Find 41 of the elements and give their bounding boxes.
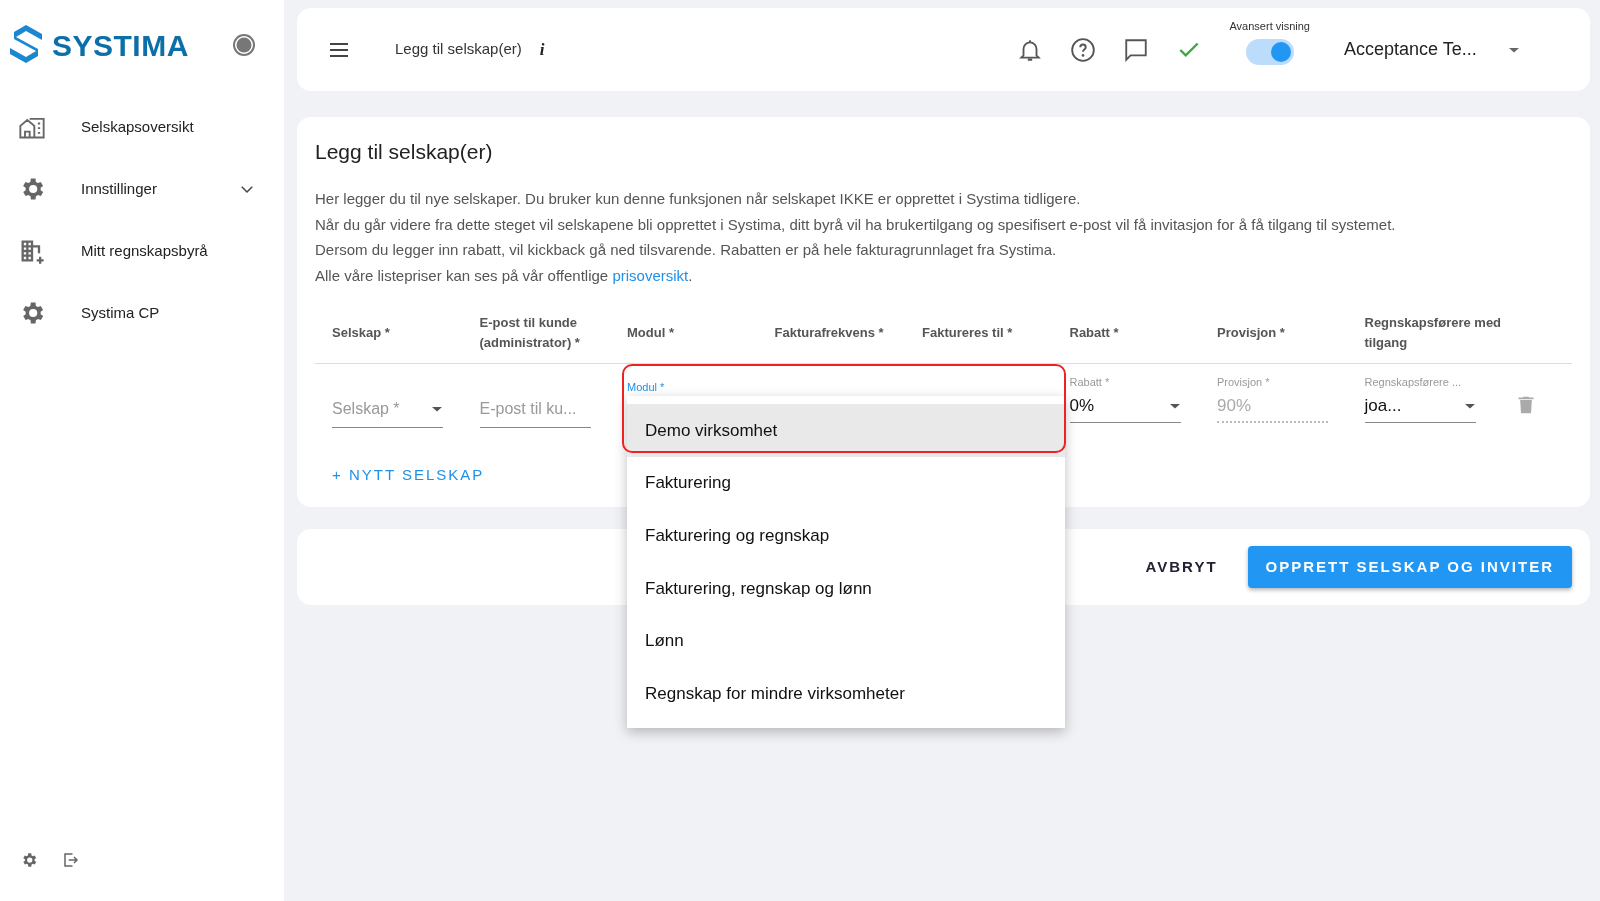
- toggle-label: Avansert visning: [1229, 19, 1310, 35]
- chat-icon[interactable]: [1123, 36, 1150, 63]
- menu-option[interactable]: Regnskap for mindre virksomheter: [627, 667, 1065, 720]
- column-header: Faktureres til *: [922, 323, 1014, 342]
- toggle-switch[interactable]: [1245, 38, 1294, 65]
- field-label: Modul *: [627, 381, 665, 394]
- select-field[interactable]: 0%: [1069, 390, 1181, 423]
- column-header: Rabatt *: [1069, 323, 1120, 342]
- account-select[interactable]: Acceptance Te...: [1344, 36, 1520, 63]
- input-field: 90%: [1217, 390, 1328, 423]
- record-icon: [232, 33, 256, 58]
- column-header: Provisjon *: [1217, 323, 1286, 342]
- column-header: Selskap *: [332, 323, 391, 342]
- field-label: Provisjon *: [1217, 375, 1271, 391]
- form-heading: Legg til selskap(er): [315, 139, 494, 165]
- sidebar-item[interactable]: Systima CP: [0, 282, 284, 344]
- intro-text: Dersom du legger inn rabatt, vil kickback gå ned tilsvarende. Rabatten er på hele fakturagrunnlaget fra Systima.: [315, 240, 1058, 261]
- sidebar-item[interactable]: Innstillinger: [0, 158, 284, 220]
- logout-icon[interactable]: [62, 851, 80, 869]
- column-header: Fakturafrekvens *: [774, 323, 885, 342]
- column-header: Regnskapsførere med tilgang: [1364, 313, 1503, 352]
- menu-option[interactable]: Fakturering og regnskap: [627, 509, 1065, 562]
- cancel-button[interactable]: AVBRYT: [1139, 554, 1224, 580]
- field-label: Regnskapsførere ...: [1364, 375, 1463, 391]
- intro-text: Alle våre listepriser kan ses på vår offentlige prisoversikt.: [315, 265, 694, 286]
- intro-text: Her legger du til nye selskaper. Du bruker kun denne funksjonen når selskapet IKKE er opprettet i Systima tidligere.: [315, 189, 1082, 210]
- field-label: Rabatt *: [1069, 375, 1111, 391]
- menu-option[interactable]: Fakturering, regnskap og lønn: [627, 561, 1065, 615]
- intro-text: Når du går videre fra dette steget vil selskapene bli opprettet i Systima, ditt byrå vil ha brukertilgang og spesifisert e-post vil få invitasjon for å få tilgang til systemet.: [315, 214, 1397, 235]
- sidebar-item[interactable]: Mitt regnskapsbyrå: [0, 220, 284, 282]
- column-header: Modul *: [627, 323, 675, 342]
- select-field[interactable]: joa...: [1364, 390, 1476, 423]
- menu-option[interactable]: Demo virksomhet: [627, 404, 1065, 457]
- menu-option[interactable]: Fakturering: [627, 456, 1065, 510]
- help-icon[interactable]: [1070, 36, 1097, 63]
- column-header: E-post til kunde (administrator) *: [479, 313, 581, 352]
- menu-option[interactable]: Lønn: [627, 614, 1065, 668]
- logo-text: SYSTIMA: [52, 27, 189, 64]
- sidebar-item[interactable]: Selskapsoversikt: [0, 96, 284, 158]
- page-title: Legg til selskap(er): [395, 39, 522, 60]
- info-icon[interactable]: i: [539, 36, 545, 63]
